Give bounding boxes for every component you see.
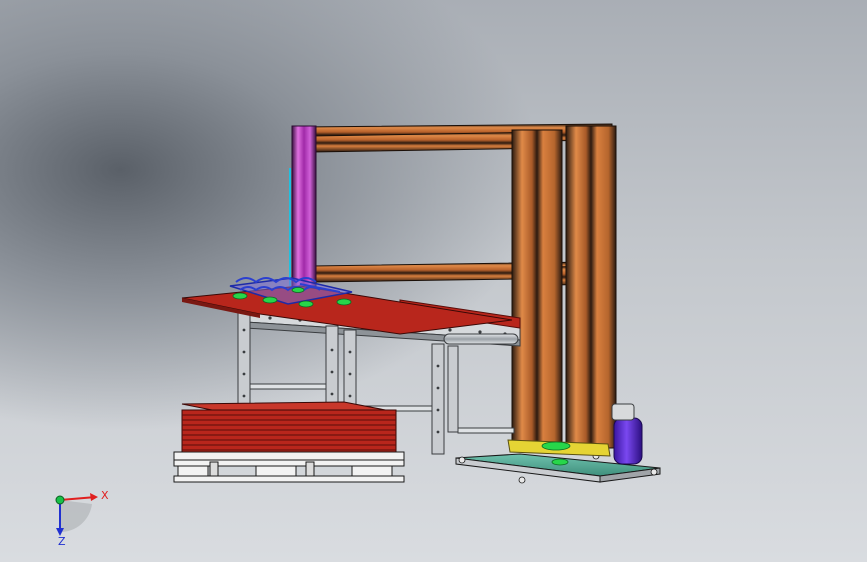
conveyor-end-roller[interactable] [443,333,519,345]
triad-quadrant [60,500,92,533]
z-axis-label: Z [58,535,66,548]
origin-dot [55,495,65,505]
stack-front [181,409,397,455]
pallet[interactable] [173,451,405,483]
drive-motor[interactable] [613,417,643,465]
x-axis-label: X [101,489,109,502]
model-scene[interactable]: X Z [0,0,867,562]
3d-viewport[interactable]: X Z [0,0,867,562]
frame-column-front-right[interactable] [511,129,563,449]
coordinate-triad: X Z [55,489,109,548]
sheet-stack[interactable] [181,401,397,455]
base-green-hub [551,458,569,466]
base-green-mount [541,441,571,451]
frame-column-rear-right[interactable] [565,125,617,449]
motor-gearbox [611,403,635,421]
vertical-axis-column[interactable] [291,125,317,291]
